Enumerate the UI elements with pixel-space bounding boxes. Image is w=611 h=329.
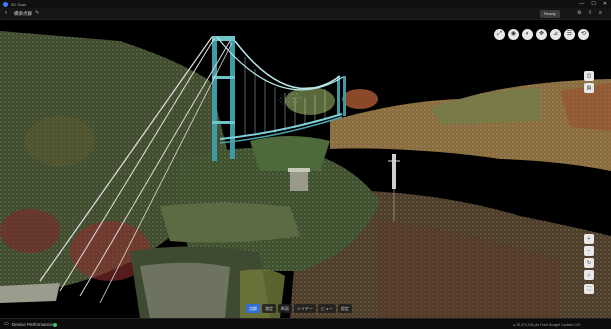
perspective-icon[interactable]: ◫ [584,71,594,81]
tab-section[interactable]: 断面 [278,304,292,313]
fullscreen-icon[interactable]: ⛶ [584,284,594,294]
chevron-left-icon[interactable]: ‹ [5,10,7,16]
zoom-out-icon[interactable]: − [584,246,594,256]
menu-icon[interactable]: ≡ [599,10,602,16]
project-name[interactable]: 橋梁点群 [14,11,32,17]
tab-view[interactable]: ビュー [317,304,336,313]
close-button[interactable]: ✕ [603,1,607,7]
point-count-status: ● 28,374,155 pts Point Budget Update 0.0… [513,322,581,327]
small-building [288,168,310,191]
orbit-icon[interactable]: ◐ [522,29,533,40]
ready-button[interactable]: Ready [540,10,560,18]
layers-icon[interactable]: ☰ [564,29,575,40]
top-view-icon[interactable]: ▤ [584,83,594,93]
share-icon[interactable]: ⇪ [588,10,592,16]
far-trees-center [278,87,378,115]
point-cloud-viewport[interactable]: ⤢ ◉ ◐ ✥ ⊿ ☰ ⟲ ◫ ▤ + − ↻ ⌂ ⛶ [0,21,611,318]
status-bar: ▭ Device Performance ● 28,374,155 pts Po… [0,318,611,329]
camera-icon[interactable]: ◉ [508,29,519,40]
pan-icon[interactable]: ✥ [536,29,547,40]
tab-point-cloud[interactable]: 点群 [246,304,260,313]
tab-layers[interactable]: レイヤー [294,304,316,313]
window-titlebar: 3D Scan — ☐ ✕ [0,0,611,8]
minimize-button[interactable]: — [579,1,584,7]
bottom-tab-bar: 点群 測定 断面 レイヤー ビュー 設定 [246,304,352,313]
window-title: 3D Scan [11,1,27,7]
maximize-button[interactable]: ☐ [591,1,595,7]
tab-measure[interactable]: 測定 [262,304,276,313]
monitor-icon: ▭ [4,321,9,327]
app-icon [3,1,8,7]
device-performance-label[interactable]: Device Performance [12,322,53,327]
rotate-icon[interactable]: ↻ [584,258,594,268]
point-cloud-scene [0,31,611,318]
view-tools: ⤢ ◉ ◐ ✥ ⊿ ☰ ⟲ [494,29,589,40]
zoom-in-icon[interactable]: + [584,234,594,244]
top-toolbar: ‹ 橋梁点群 ✎ Ready ⚙ ⇪ ≡ [0,8,611,20]
home-icon[interactable]: ⌂ [584,270,594,280]
measure-icon[interactable]: ⊿ [550,29,561,40]
window-controls: — ☐ ✕ [579,1,607,7]
status-ok-indicator [53,323,57,327]
tab-settings[interactable]: 設定 [337,304,352,313]
gear-icon[interactable]: ⚙ [577,10,581,16]
pencil-icon[interactable]: ✎ [35,10,39,16]
zoom-fit-icon[interactable]: ⤢ [494,29,505,40]
reset-view-icon[interactable]: ⟲ [578,29,589,40]
